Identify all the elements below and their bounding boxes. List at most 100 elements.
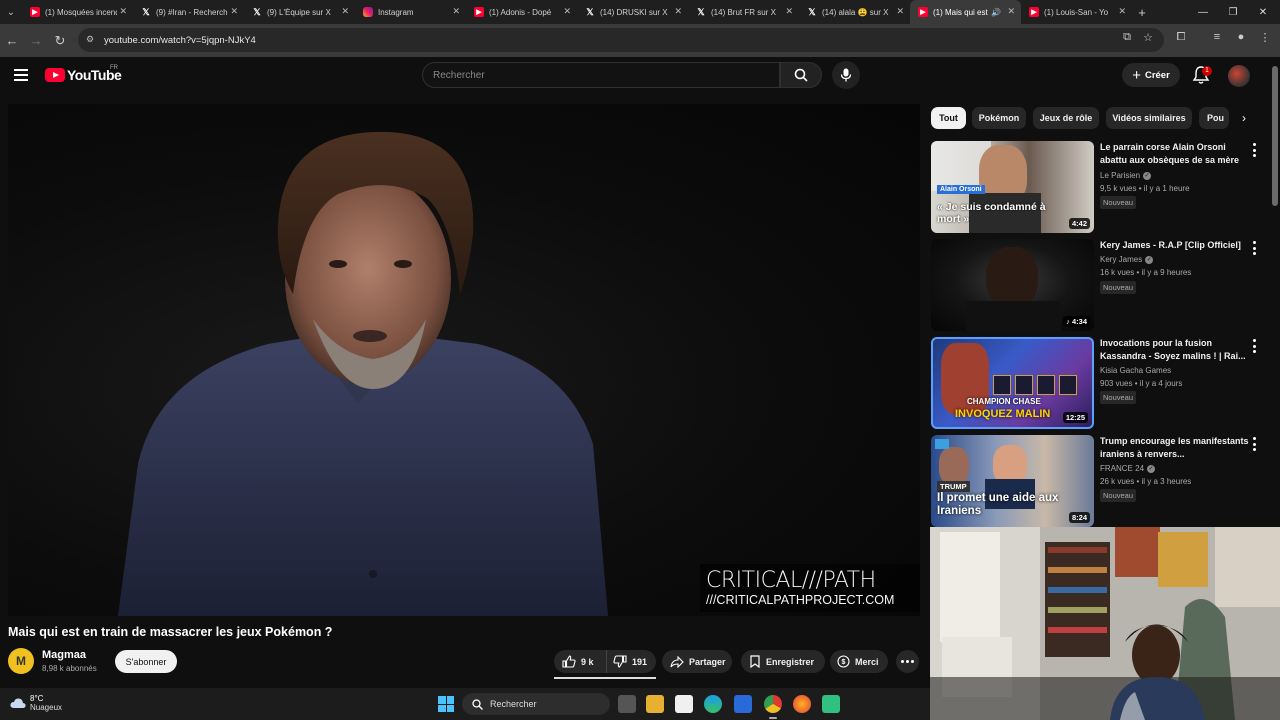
search-button[interactable] <box>780 62 822 88</box>
recommended-video[interactable]: Alain Orsoni « Je suis condamné à mort »… <box>931 141 1276 233</box>
media-controls-icon[interactable]: ≡ <box>1208 28 1226 46</box>
channel-name[interactable]: Kisia Gacha Games <box>1100 366 1171 375</box>
close-tab-icon[interactable]: ✕ <box>1007 6 1015 17</box>
browser-tab[interactable]: Instagram ✕ <box>355 0 466 24</box>
verified-icon: ✓ <box>1143 171 1152 180</box>
install-app-icon[interactable]: ⧉ <box>1118 28 1136 46</box>
recommended-video[interactable]: TRUMP Il promet une aide aux Iraniens 8:… <box>931 435 1276 527</box>
cloud-icon <box>10 698 26 708</box>
video-thumbnail[interactable]: TRUMP Il promet une aide aux Iraniens 8:… <box>931 435 1094 527</box>
video-title[interactable]: Kery James - R.A.P [Clip Officiel] <box>1100 239 1250 252</box>
more-actions-button[interactable] <box>896 650 919 673</box>
video-thumbnail[interactable]: Alain Orsoni « Je suis condamné à mort »… <box>931 141 1094 233</box>
chip-truncated[interactable]: Pou <box>1199 107 1229 129</box>
file-explorer-icon[interactable] <box>646 695 664 713</box>
new-tab-icon[interactable]: + <box>1132 5 1152 20</box>
channel-name[interactable]: Le Parisien ✓ <box>1100 171 1152 180</box>
reload-icon[interactable]: ↻ <box>48 29 72 53</box>
video-thumbnail[interactable]: ♪ 4:34 <box>931 239 1094 331</box>
bookmark-star-icon[interactable]: ☆ <box>1139 28 1157 46</box>
youtube-icon: ▶ <box>918 7 928 17</box>
share-label: Partager <box>689 656 726 667</box>
browser-tab[interactable]: 𝕏 (9) #Iran - Recherche ✕ <box>133 0 244 24</box>
speaker-icon[interactable]: 🔊 <box>991 8 1001 17</box>
chip-pokemon[interactable]: Pokémon <box>972 107 1026 129</box>
subscribe-button[interactable]: S'abonner <box>115 650 177 673</box>
x-icon: 𝕏 <box>808 6 816 17</box>
chevron-right-icon[interactable]: › <box>1235 109 1253 127</box>
close-tab-icon[interactable]: ✕ <box>563 6 571 17</box>
channel-name[interactable]: Kery James ✓ <box>1100 255 1154 264</box>
close-tab-icon[interactable]: ✕ <box>785 6 793 17</box>
video-title[interactable]: Invocations pour la fusion Kassandra - S… <box>1100 337 1250 363</box>
video-title[interactable]: Trump encourage les manifestants iranien… <box>1100 435 1250 461</box>
back-icon[interactable]: ← <box>0 29 24 53</box>
thanks-button[interactable]: $ Merci <box>830 650 888 673</box>
chip-rpg[interactable]: Jeux de rôle <box>1033 107 1099 129</box>
browser-tab[interactable]: 𝕏 (14) Brut FR sur X ✕ <box>688 0 799 24</box>
browser-tab[interactable]: 𝕏 (14) alala 😩 sur X ✕ <box>799 0 910 24</box>
chip-all[interactable]: Tout <box>931 107 966 129</box>
more-options-icon[interactable] <box>1251 143 1257 157</box>
firefox-icon[interactable] <box>793 695 811 713</box>
url-field[interactable]: ⚙ youtube.com/watch?v=5jqpn-NJkY4 <box>78 28 1164 52</box>
windows-start-icon[interactable] <box>438 696 454 712</box>
video-player[interactable]: CRITICAL///PATH ///CRITICALPATHPROJECT.C… <box>8 104 920 616</box>
notepad-icon[interactable] <box>675 695 693 713</box>
app-icon[interactable] <box>822 695 840 713</box>
scrollbar-thumb[interactable] <box>1272 66 1278 206</box>
browser-tab-active[interactable]: ▶ (1) Mais qui est 🔊 ✕ <box>910 0 1021 24</box>
browser-tab[interactable]: ▶ (1) Adonis - Dopé ✕ <box>466 0 577 24</box>
forward-icon[interactable]: → <box>24 29 48 53</box>
close-tab-icon[interactable]: ✕ <box>119 6 127 17</box>
youtube-logo[interactable]: YouTube FR <box>45 65 122 83</box>
site-info-icon[interactable]: ⚙ <box>86 34 98 46</box>
profile-icon[interactable]: ● <box>1232 28 1250 46</box>
weather-widget[interactable]: 8°C Nuageux <box>10 694 62 712</box>
channel-name[interactable]: Magmaa <box>42 649 86 661</box>
minimize-icon[interactable]: — <box>1188 0 1218 24</box>
close-tab-icon[interactable]: ✕ <box>341 6 349 17</box>
browser-tab[interactable]: ▶ (1) Louis-San - Yo ✕ <box>1021 0 1132 24</box>
search-input[interactable]: Rechercher <box>422 62 780 88</box>
weather-text: 8°C Nuageux <box>30 694 62 712</box>
close-tab-icon[interactable]: ✕ <box>674 6 682 17</box>
store-icon[interactable] <box>734 695 752 713</box>
taskbar-search[interactable]: Rechercher <box>462 693 610 715</box>
close-tab-icon[interactable]: ✕ <box>230 6 238 17</box>
recommended-video[interactable]: ♪ 4:34 Kery James - R.A.P [Clip Officiel… <box>931 239 1276 331</box>
chrome-icon[interactable] <box>764 695 782 713</box>
notification-count-badge: 1 <box>1202 66 1212 76</box>
extensions-icon[interactable]: ⧠ <box>1172 28 1190 46</box>
video-title[interactable]: Le parrain corse Alain Orsoni abattu aux… <box>1100 141 1250 167</box>
recommended-video[interactable]: CHAMPION CHASE INVOQUEZ MALIN 12:25 Invo… <box>931 337 1276 429</box>
browser-tab[interactable]: ▶ (1) Mosquées incendiées✕ <box>22 0 133 24</box>
channel-avatar[interactable]: M <box>8 648 34 674</box>
create-button[interactable]: + Créer <box>1122 63 1180 87</box>
voice-search-button[interactable] <box>832 61 860 89</box>
share-button[interactable]: Partager <box>662 650 732 673</box>
more-options-icon[interactable] <box>1251 339 1257 353</box>
close-tab-icon[interactable]: ✕ <box>1118 6 1126 17</box>
dislike-button[interactable]: 191 <box>607 655 655 668</box>
close-window-icon[interactable]: ✕ <box>1248 0 1278 24</box>
browser-tab[interactable]: 𝕏 (9) L'Équipe sur X ✕ <box>244 0 355 24</box>
menu-icon[interactable] <box>14 69 28 81</box>
restore-icon[interactable]: ❐ <box>1218 0 1248 24</box>
browser-menu-icon[interactable]: ⋮ <box>1256 28 1274 46</box>
more-options-icon[interactable] <box>1251 437 1257 451</box>
video-thumbnail[interactable]: CHAMPION CHASE INVOQUEZ MALIN 12:25 <box>931 337 1094 429</box>
edge-icon[interactable] <box>704 695 722 713</box>
task-view-icon[interactable] <box>618 695 636 713</box>
close-tab-icon[interactable]: ✕ <box>896 6 904 17</box>
new-badge: Nouveau <box>1100 196 1137 209</box>
channel-name[interactable]: FRANCE 24 ✓ <box>1100 464 1156 473</box>
save-button[interactable]: Enregistrer <box>741 650 825 673</box>
close-tab-icon[interactable]: ✕ <box>452 6 460 17</box>
browser-tab[interactable]: 𝕏 (14) DRUSKI sur X ✕ <box>577 0 688 24</box>
more-options-icon[interactable] <box>1251 241 1257 255</box>
chip-similar-videos[interactable]: Vidéos similaires <box>1106 107 1192 129</box>
account-avatar[interactable] <box>1228 65 1250 87</box>
like-button[interactable]: 9 k <box>554 650 607 673</box>
tab-search-icon[interactable]: ⌄ <box>0 0 22 24</box>
